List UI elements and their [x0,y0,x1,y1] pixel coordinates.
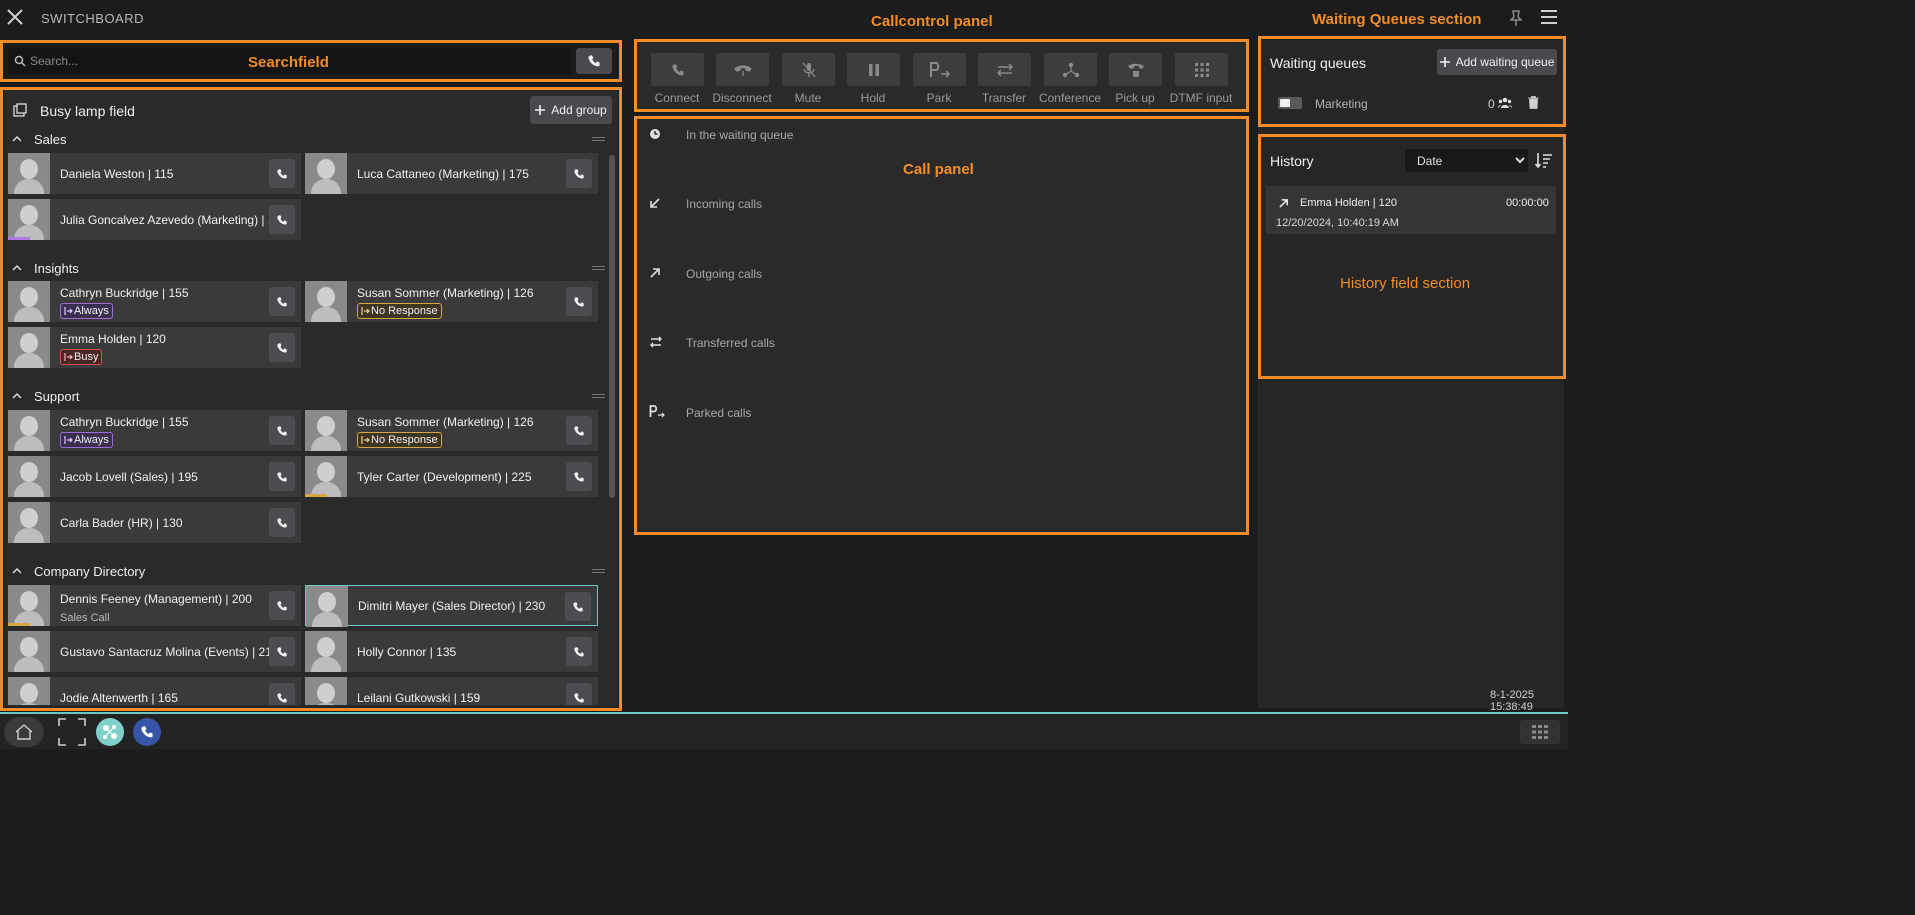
waiting-queues-highlight [1258,36,1566,127]
callcontrol-highlight [634,39,1249,112]
phone-icon [141,726,153,738]
apps-grid-button[interactable] [1520,720,1560,744]
history-highlight [1258,134,1566,379]
phone-app-icon[interactable] [133,718,161,746]
searchfield-highlight [0,40,622,82]
call-panel-highlight [634,116,1249,535]
home-icon [15,724,33,740]
home-button[interactable] [4,717,44,747]
menu-icon[interactable] [1540,9,1558,25]
annotation-callcontrol: Callcontrol panel [871,13,993,30]
app-title: SWITCHBOARD [41,11,144,26]
annotation-waiting-queues: Waiting Queues section [1312,11,1482,28]
clock: 8-1-2025 15:38:49 [1490,689,1535,713]
close-icon [7,9,23,25]
grid-icon [1532,725,1548,739]
pin-icon[interactable] [1509,9,1523,27]
close-button[interactable] [6,8,24,26]
switchboard-app-icon[interactable] [96,718,124,746]
blf-highlight [0,87,622,711]
taskbar [0,712,1568,749]
fullscreen-icon[interactable] [58,718,86,746]
